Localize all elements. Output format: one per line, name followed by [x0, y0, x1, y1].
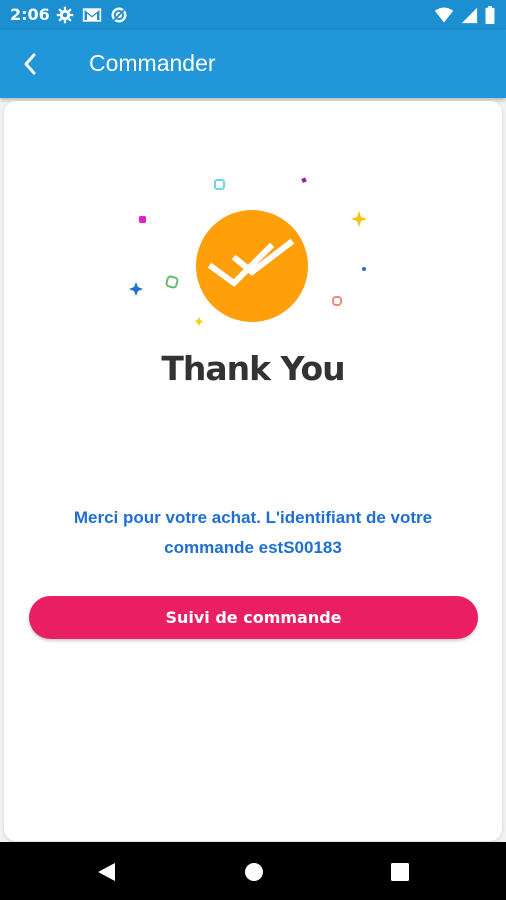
- confetti-icon: [129, 282, 143, 296]
- confetti-icon: [362, 267, 366, 271]
- confetti-icon: [351, 211, 367, 227]
- confetti-icon: [301, 177, 307, 183]
- order-confirmation-message: Merci pour votre achat. L'identifiant de…: [73, 508, 433, 557]
- confetti-icon: [195, 317, 203, 326]
- app-bar: Commander: [0, 30, 506, 98]
- track-order-button[interactable]: Suivi de commande: [29, 596, 478, 639]
- home-circle-icon[interactable]: [243, 861, 265, 883]
- confetti-icon: [332, 296, 342, 306]
- thank-you-heading: Thank You: [161, 349, 345, 388]
- status-time: 2:06: [10, 5, 50, 24]
- wifi-icon: [434, 7, 454, 23]
- sync-icon: [111, 7, 127, 23]
- system-navigation-bar: [0, 842, 506, 900]
- page-title: Commander: [89, 50, 216, 76]
- confirmation-card: Thank You Merci pour votre achat. L'iden…: [4, 101, 502, 841]
- status-bar: 2:06: [0, 0, 506, 30]
- gmail-icon: [82, 8, 102, 22]
- settings-icon: [56, 6, 74, 24]
- cellular-signal-icon: [461, 7, 478, 24]
- back-button[interactable]: [14, 48, 46, 80]
- chevron-left-icon: [24, 53, 36, 75]
- back-triangle-icon[interactable]: [95, 861, 117, 883]
- status-icons-right: [434, 6, 496, 24]
- recents-square-icon[interactable]: [389, 861, 411, 883]
- confetti-icon: [214, 179, 225, 190]
- confetti-icon: [139, 216, 146, 223]
- status-icons-left: [56, 6, 128, 24]
- battery-icon: [485, 6, 495, 24]
- confetti-icon: [165, 275, 179, 289]
